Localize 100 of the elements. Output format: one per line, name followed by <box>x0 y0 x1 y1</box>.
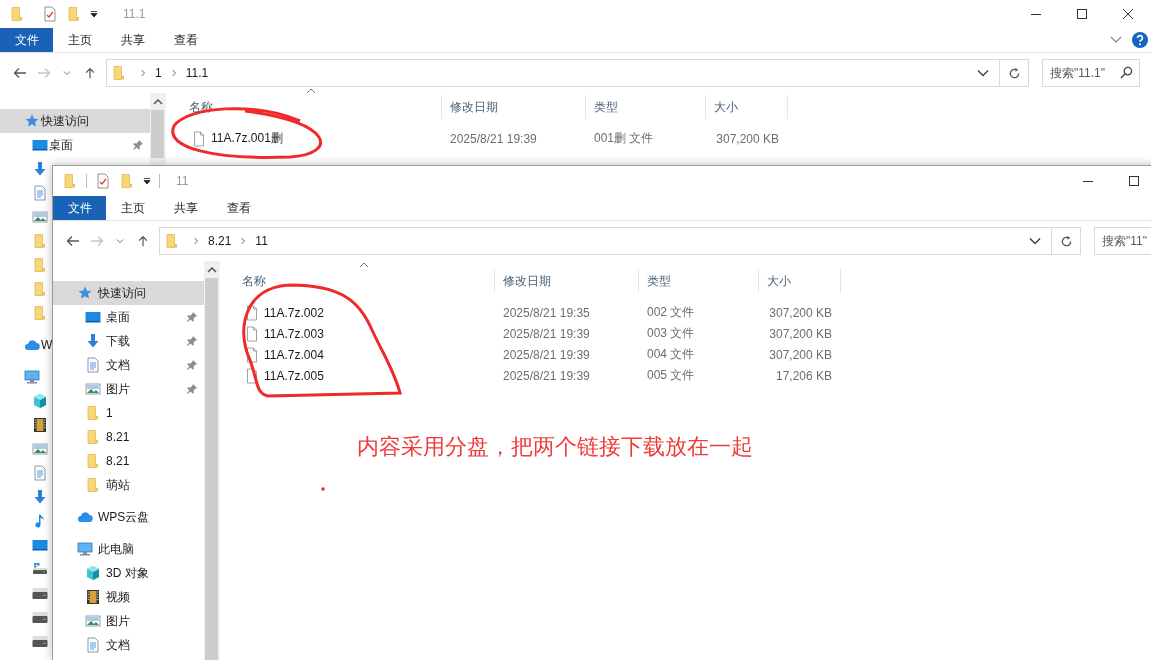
pin-icon[interactable] <box>186 335 198 347</box>
chevron-icon[interactable] <box>140 69 146 77</box>
folder-icon <box>111 65 127 81</box>
help-icon[interactable] <box>1132 32 1148 48</box>
sidebar-item[interactable]: W <box>0 333 53 357</box>
file-name[interactable]: 11A.7z.003 <box>264 326 324 341</box>
modified-date: 2025/8/21 19:39 <box>503 347 590 362</box>
sort-indicator-icon <box>306 88 316 94</box>
sort-indicator-icon <box>359 262 369 268</box>
breadcrumb-item[interactable]: 8.21 <box>208 234 232 248</box>
minimize-icon[interactable] <box>1031 13 1041 15</box>
file-menu-tab[interactable]: 文件 <box>0 28 53 52</box>
down-arrow-icon <box>32 161 48 177</box>
column-header[interactable]: 修改日期 <box>495 269 639 293</box>
sidebar-item[interactable]: 图片 <box>53 377 204 401</box>
pin-icon[interactable] <box>186 311 198 323</box>
sidebar-item[interactable]: 快速访问 <box>0 109 150 133</box>
chevron-icon[interactable] <box>240 237 247 245</box>
chevron-down-icon[interactable] <box>977 69 989 77</box>
sidebar-item[interactable]: 此电脑 <box>53 537 204 561</box>
search-field[interactable]: 搜索"11.1" <box>1042 59 1140 87</box>
chevron-down-icon[interactable] <box>1110 36 1122 44</box>
sidebar-item[interactable]: 下载 <box>53 329 204 353</box>
sidebar-item[interactable]: 文档 <box>53 633 204 657</box>
back-arrow-icon[interactable] <box>13 67 27 79</box>
chevron-icon[interactable] <box>170 69 177 77</box>
down-arrow-icon <box>32 489 48 505</box>
column-header[interactable]: 大小 <box>759 269 841 293</box>
file-size: 307,200 KB <box>769 326 832 341</box>
sidebar-item[interactable]: 8.21 <box>53 425 204 449</box>
dropdown-icon[interactable] <box>90 10 98 18</box>
search-field[interactable]: 搜索"11" <box>1094 227 1151 255</box>
sidebar-item[interactable]: 1 <box>53 401 204 425</box>
sidebar-item[interactable]: 桌面 <box>0 133 150 157</box>
file-name[interactable]: 11A.7z.002 <box>264 305 324 320</box>
sidebar-item[interactable]: 图片 <box>53 609 204 633</box>
breadcrumb-item[interactable]: 11.1 <box>185 66 209 80</box>
file-menu-tab[interactable]: 文件 <box>53 196 106 220</box>
refresh-icon[interactable] <box>1059 234 1073 248</box>
file-name[interactable]: 11A.7z.005 <box>264 368 324 383</box>
address-bar[interactable]: 1 11.1 <box>106 59 1000 87</box>
column-header[interactable]: 修改日期 <box>442 95 586 119</box>
drive-icon <box>32 561 48 577</box>
back-arrow-icon[interactable] <box>66 235 80 247</box>
sidebar-item[interactable]: 文档 <box>53 353 204 377</box>
refresh-button[interactable] <box>1000 59 1029 87</box>
sidebar-item[interactable]: 视频 <box>53 585 204 609</box>
chevron-down-icon[interactable] <box>1029 237 1041 245</box>
properties-icon[interactable] <box>95 173 111 189</box>
file-name[interactable]: 11A.7z.001删 <box>211 130 283 147</box>
ribbon-tab[interactable]: 查看 <box>212 196 265 220</box>
column-header[interactable]: 名称 <box>232 269 495 293</box>
breadcrumb-item[interactable]: 1 <box>155 66 162 80</box>
document-icon <box>32 185 48 201</box>
chevron-up-icon[interactable] <box>206 266 217 273</box>
scrollbar-thumb[interactable] <box>205 278 218 660</box>
column-header[interactable]: 大小 <box>706 95 788 119</box>
maximize-icon[interactable] <box>1077 9 1087 19</box>
sidebar-item[interactable]: 3D 对象 <box>53 561 204 585</box>
folder-icon <box>32 305 48 321</box>
file-type: 002 文件 <box>647 304 695 321</box>
sidebar-item[interactable]: 快速访问 <box>53 281 204 305</box>
address-bar[interactable]: 8.21 11 <box>159 227 1052 255</box>
ribbon-tab[interactable]: 共享 <box>159 196 212 220</box>
sidebar-item[interactable]: 8.21 <box>53 449 204 473</box>
sidebar-item[interactable]: WPS云盘 <box>53 505 204 529</box>
dropdown-icon[interactable] <box>143 177 151 185</box>
ribbon-tab[interactable]: 主页 <box>53 28 106 52</box>
column-header[interactable]: 类型 <box>639 269 759 293</box>
maximize-icon[interactable] <box>1129 176 1139 186</box>
ribbon-tab[interactable]: 查看 <box>159 28 212 52</box>
chevron-up-icon[interactable] <box>152 98 163 105</box>
sidebar-item[interactable]: 萌站 <box>53 473 204 497</box>
minimize-icon[interactable] <box>1083 180 1093 182</box>
properties-icon[interactable] <box>42 6 58 22</box>
ribbon-tab[interactable]: 主页 <box>106 196 159 220</box>
folder-icon <box>85 453 101 469</box>
chevron-icon[interactable] <box>193 237 199 245</box>
search-icon[interactable] <box>1120 66 1133 79</box>
scrollbar-thumb[interactable] <box>151 110 164 158</box>
file-size: 307,200 KB <box>769 347 832 362</box>
breadcrumb-item[interactable]: 11 <box>255 234 268 248</box>
modified-date: 2025/8/21 19:39 <box>503 326 590 341</box>
up-arrow-icon[interactable] <box>83 67 97 79</box>
up-arrow-icon[interactable] <box>136 235 150 247</box>
refresh-icon[interactable] <box>1007 66 1021 80</box>
pin-icon[interactable] <box>186 359 198 371</box>
folder-icon <box>32 257 48 273</box>
monitor-icon <box>32 537 48 553</box>
pin-icon[interactable] <box>132 139 144 151</box>
close-icon[interactable] <box>1123 9 1133 19</box>
file-name[interactable]: 11A.7z.004 <box>264 347 324 362</box>
monitor-icon <box>85 309 101 325</box>
document-icon <box>32 465 48 481</box>
column-header[interactable]: 类型 <box>586 95 706 119</box>
sidebar-item[interactable]: 桌面 <box>53 305 204 329</box>
image-icon <box>32 441 48 457</box>
refresh-button[interactable] <box>1052 227 1081 255</box>
pin-icon[interactable] <box>186 383 198 395</box>
ribbon-tab[interactable]: 共享 <box>106 28 159 52</box>
